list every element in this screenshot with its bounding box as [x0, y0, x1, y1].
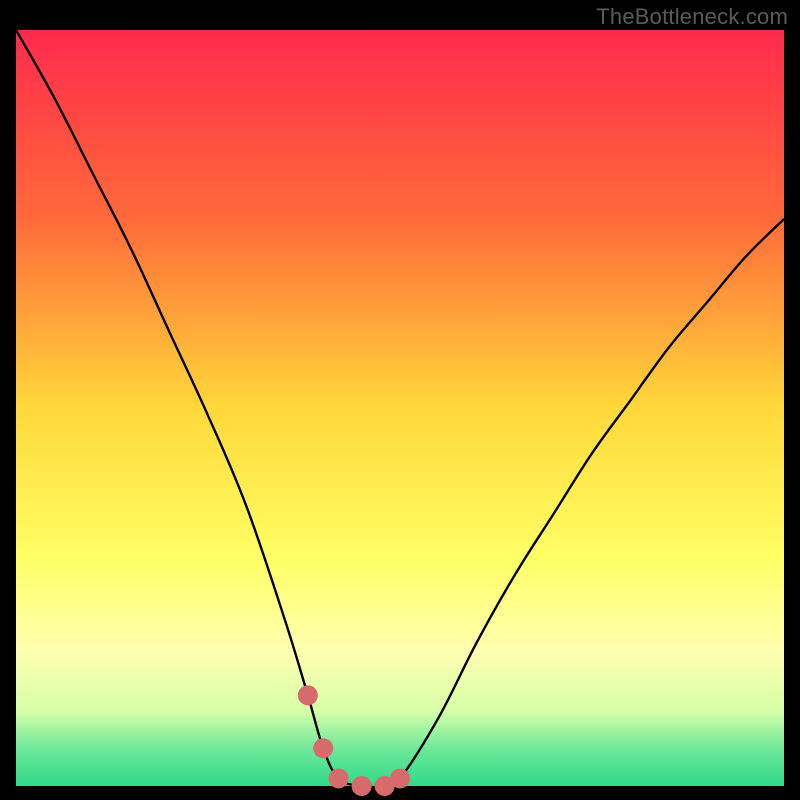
chart-container: TheBottleneck.com	[0, 0, 800, 800]
highlight-point	[390, 768, 410, 788]
plot-area	[16, 30, 784, 786]
highlight-point	[329, 768, 349, 788]
watermark-text: TheBottleneck.com	[596, 4, 788, 30]
highlight-point	[298, 685, 318, 705]
highlight-point	[313, 738, 333, 758]
bottleneck-chart	[0, 0, 800, 800]
highlight-point	[352, 776, 372, 796]
